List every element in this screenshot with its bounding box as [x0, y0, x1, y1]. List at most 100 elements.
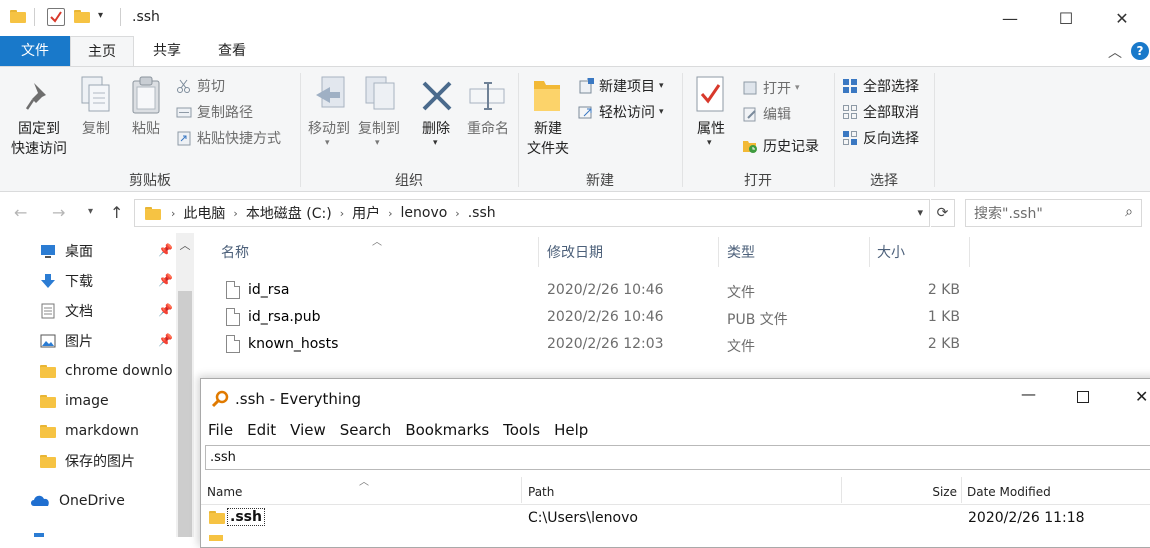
file-row[interactable]: id_rsa.pub 2020/2/26 10:46 PUB 文件 1 KB — [218, 305, 978, 331]
scrollbar-thumb[interactable] — [178, 291, 192, 537]
search-input[interactable]: 搜索".ssh" ⌕ — [965, 199, 1142, 227]
address-history-chevron-icon[interactable]: ▾ — [917, 206, 923, 219]
everything-minimize-button[interactable]: — — [1021, 385, 1036, 403]
paste-shortcut-label: 粘贴快捷方式 — [197, 131, 281, 147]
copy-path-button[interactable]: 复制路径 — [176, 101, 253, 123]
file-row[interactable]: known_hosts 2020/2/26 12:03 文件 2 KB — [218, 332, 978, 358]
nav-item-pictures[interactable]: 图片 — [40, 327, 176, 355]
up-arrow-icon[interactable]: ↑ — [110, 203, 123, 222]
menu-bookmarks[interactable]: Bookmarks — [405, 421, 489, 439]
new-folder-button[interactable]: 新建 文件夹 — [522, 119, 574, 159]
tab-view[interactable]: 查看 — [200, 36, 264, 66]
rename-button[interactable]: 重命名 — [460, 119, 516, 139]
new-folder-quick-icon[interactable] — [74, 8, 92, 26]
nav-item-markdown[interactable]: markdown — [40, 417, 176, 445]
column-header-name[interactable]: 名称 — [221, 242, 249, 262]
scroll-up-icon[interactable]: ︿ — [176, 237, 194, 253]
column-header-path[interactable]: Path — [528, 485, 554, 499]
copy-button[interactable]: 复制 — [76, 119, 116, 139]
address-input[interactable]: › 此电脑 › 本地磁盘 (C:) › 用户 › lenovo › .ssh ▾ — [134, 199, 930, 227]
column-header-modified[interactable]: 修改日期 — [547, 242, 603, 262]
everything-search-input[interactable]: .ssh — [205, 445, 1150, 470]
pin-to-quick-access-button[interactable]: 固定到 快速访问 — [4, 119, 74, 159]
nav-item-downloads[interactable]: 下载 — [40, 267, 176, 295]
file-row[interactable]: id_rsa 2020/2/26 10:46 文件 2 KB — [218, 278, 978, 304]
open-button[interactable]: 打开 ▾ — [742, 77, 800, 99]
menu-search[interactable]: Search — [340, 421, 392, 439]
menu-view[interactable]: View — [290, 421, 326, 439]
move-to-button[interactable]: 移动到 — [304, 119, 354, 139]
pin-icon[interactable]: 📌 — [158, 303, 173, 317]
tab-share[interactable]: 共享 — [136, 36, 198, 66]
cut-button[interactable]: 剪切 — [176, 75, 225, 97]
forward-arrow-icon[interactable]: → — [52, 203, 65, 222]
nav-item-label: image — [65, 393, 109, 409]
paste-shortcut-button[interactable]: 粘贴快捷方式 — [176, 127, 281, 149]
pin-icon[interactable]: 📌 — [158, 243, 173, 257]
customize-quick-access-icon[interactable]: ▾ — [98, 10, 103, 21]
result-path: C:\Users\lenovo — [528, 510, 638, 526]
breadcrumb-this-pc[interactable]: 此电脑 — [183, 203, 225, 223]
divider — [961, 477, 962, 503]
nav-item-saved-pictures[interactable]: 保存的图片 — [40, 447, 176, 475]
delete-button[interactable]: 删除 — [416, 119, 456, 139]
paste-button[interactable]: 粘贴 — [126, 119, 166, 139]
tab-file[interactable]: 文件 — [0, 36, 70, 66]
breadcrumb-lenovo[interactable]: lenovo — [401, 205, 448, 221]
easy-access-button[interactable]: 轻松访问 ▾ — [578, 101, 664, 123]
column-header-date-modified[interactable]: Date Modified — [967, 485, 1051, 499]
chevron-right-icon: › — [388, 206, 393, 220]
everything-close-button[interactable]: ✕ — [1135, 387, 1148, 406]
chevron-right-icon: › — [171, 206, 176, 220]
nav-scrollbar[interactable]: ︿ — [176, 233, 194, 537]
invert-selection-button[interactable]: 反向选择 — [842, 127, 919, 149]
documents-icon — [40, 303, 56, 319]
invert-selection-icon — [842, 130, 858, 146]
nav-item-desktop[interactable]: 桌面 — [40, 237, 176, 265]
new-item-button[interactable]: 新建项目 ▾ — [578, 75, 664, 97]
search-icon[interactable]: ⌕ — [1125, 204, 1133, 220]
divider — [841, 477, 842, 503]
maximize-button[interactable]: ☐ — [1043, 0, 1089, 36]
divider — [521, 477, 522, 503]
menu-file[interactable]: File — [208, 421, 233, 439]
edit-button[interactable]: 编辑 — [742, 103, 791, 125]
menu-help[interactable]: Help — [554, 421, 588, 439]
select-all-button[interactable]: 全部选择 — [842, 75, 919, 97]
collapse-ribbon-icon[interactable]: ︿ — [1108, 42, 1122, 62]
refresh-icon[interactable]: ⟳ — [931, 199, 955, 227]
recent-locations-chevron-icon[interactable]: ▾ — [88, 206, 93, 217]
history-button[interactable]: 历史记录 — [742, 135, 819, 157]
column-header-size[interactable]: Size — [923, 485, 957, 499]
menu-edit[interactable]: Edit — [247, 421, 276, 439]
breadcrumb-local-disk[interactable]: 本地磁盘 (C:) — [246, 203, 332, 223]
file-icon — [226, 308, 240, 326]
folder-icon — [40, 423, 56, 439]
breadcrumb-users[interactable]: 用户 — [352, 203, 380, 223]
nav-item-image[interactable]: image — [40, 387, 176, 415]
everything-maximize-button[interactable] — [1077, 391, 1089, 403]
pin-icon[interactable]: 📌 — [158, 333, 173, 347]
tab-home[interactable]: 主页 — [70, 36, 134, 67]
pin-icon[interactable]: 📌 — [158, 273, 173, 287]
help-icon[interactable]: ? — [1131, 42, 1149, 60]
nav-item-chrome-downloads[interactable]: chrome downlo — [40, 357, 176, 385]
file-type: 文件 — [727, 339, 755, 355]
properties-checkmark-icon[interactable] — [47, 8, 65, 26]
copy-to-button[interactable]: 复制到 — [354, 119, 404, 139]
chevron-down-icon: ▾ — [707, 138, 712, 148]
close-button[interactable]: ✕ — [1099, 0, 1145, 36]
result-row[interactable]: .ssh C:\Users\lenovo 2020/2/26 11:18 — [201, 505, 1150, 531]
column-header-size[interactable]: 大小 — [877, 242, 905, 262]
menu-tools[interactable]: Tools — [503, 421, 540, 439]
breadcrumb-ssh[interactable]: .ssh — [468, 205, 496, 221]
back-arrow-icon[interactable]: ← — [14, 203, 27, 222]
nav-item-onedrive[interactable]: OneDrive — [30, 487, 166, 515]
minimize-button[interactable]: — — [987, 0, 1033, 36]
file-icon — [226, 281, 240, 299]
column-header-name[interactable]: Name — [207, 485, 242, 499]
nav-item-documents[interactable]: 文档 — [40, 297, 176, 325]
properties-button[interactable]: 属性 — [690, 119, 732, 139]
column-header-type[interactable]: 类型 — [727, 242, 755, 262]
select-none-button[interactable]: 全部取消 — [842, 101, 919, 123]
